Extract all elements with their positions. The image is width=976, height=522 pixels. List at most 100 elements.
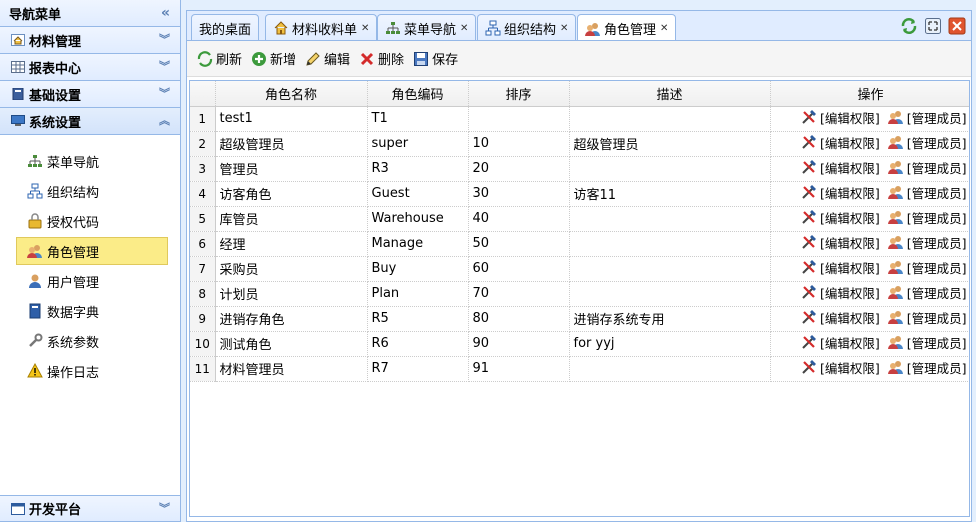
manage-members-link[interactable]: [管理成员] — [887, 308, 967, 327]
table-row[interactable]: 7 采购员 Buy 60 [编辑权限] [管理成员] — [190, 256, 969, 282]
manage-members-link[interactable]: [管理成员] — [887, 208, 967, 227]
edit-permissions-link[interactable]: [编辑权限] — [801, 358, 880, 377]
manage-members-link[interactable]: [管理成员] — [887, 333, 967, 352]
tab-my-desktop[interactable]: 我的桌面 — [191, 14, 260, 41]
accordion-header-materials[interactable]: 材料管理 ︾ — [0, 27, 180, 54]
cell-role-code[interactable]: Buy — [367, 256, 469, 282]
close-icon[interactable]: ✕ — [660, 23, 668, 34]
cell-description[interactable] — [569, 106, 771, 132]
edit-permissions-link[interactable]: [编辑权限] — [801, 208, 880, 227]
cell-description[interactable] — [569, 231, 771, 257]
accordion-header-basic-settings[interactable]: 基础设置 ︾ — [0, 81, 180, 108]
manage-members-link[interactable]: [管理成员] — [887, 183, 967, 202]
manage-members-link[interactable]: [管理成员] — [887, 283, 967, 302]
table-row[interactable]: 10 测试角色 R6 90 for yyj [编辑权限] [管理成员] — [190, 331, 969, 357]
cell-sort[interactable]: 91 — [468, 356, 570, 382]
manage-members-link[interactable]: [管理成员] — [887, 133, 967, 152]
cell-sort[interactable] — [468, 106, 570, 132]
collapse-left-icon[interactable]: « — [161, 5, 170, 21]
cell-sort[interactable]: 50 — [468, 231, 570, 257]
save-button[interactable]: 保存 — [413, 49, 458, 68]
sidebar-item-role-management[interactable]: 角色管理 — [16, 237, 168, 265]
table-row[interactable]: 2 超级管理员 super 10 超级管理员 [编辑权限] [管理成员] — [190, 131, 969, 157]
table-row[interactable]: 11 材料管理员 R7 91 [编辑权限] [管理成员] — [190, 356, 969, 382]
accordion-header-reports[interactable]: 报表中心 ︾ — [0, 54, 180, 81]
cell-role-name[interactable]: 进销存角色 — [215, 306, 368, 332]
edit-permissions-link[interactable]: [编辑权限] — [801, 108, 880, 127]
cell-role-name[interactable]: 材料管理员 — [215, 356, 368, 382]
sidebar-item-org[interactable]: 组织结构 — [16, 177, 168, 205]
cell-sort[interactable]: 30 — [468, 181, 570, 207]
cell-role-name[interactable]: 采购员 — [215, 256, 368, 282]
table-row[interactable]: 8 计划员 Plan 70 [编辑权限] [管理成员] — [190, 281, 969, 307]
cell-role-code[interactable]: R7 — [367, 356, 469, 382]
cell-description[interactable] — [569, 156, 771, 182]
cell-role-code[interactable]: T1 — [367, 106, 469, 132]
cell-role-name[interactable]: 超级管理员 — [215, 131, 368, 157]
edit-permissions-link[interactable]: [编辑权限] — [801, 333, 880, 352]
tab-org-structure[interactable]: 组织结构 ✕ — [477, 14, 577, 41]
cell-description[interactable]: 访客11 — [569, 181, 771, 207]
close-icon[interactable]: ✕ — [460, 23, 468, 34]
cell-role-code[interactable]: super — [367, 131, 469, 157]
cell-role-name[interactable]: 访客角色 — [215, 181, 368, 207]
cell-description[interactable]: 进销存系统专用 — [569, 306, 771, 332]
cell-description[interactable] — [569, 281, 771, 307]
cell-role-code[interactable]: Guest — [367, 181, 469, 207]
cell-role-name[interactable]: 计划员 — [215, 281, 368, 307]
tab-role-management[interactable]: 角色管理 ✕ — [577, 14, 677, 42]
cell-description[interactable]: 超级管理员 — [569, 131, 771, 157]
close-icon[interactable]: ✕ — [560, 23, 568, 34]
cell-role-code[interactable]: R6 — [367, 331, 469, 357]
tab-material-receipt[interactable]: 材料收料单 ✕ — [265, 14, 378, 41]
cell-role-name[interactable]: 测试角色 — [215, 331, 368, 357]
table-row[interactable]: 4 访客角色 Guest 30 访客11 [编辑权限] [管理成员] — [190, 181, 969, 207]
table-row[interactable]: 6 经理 Manage 50 [编辑权限] [管理成员] — [190, 231, 969, 257]
edit-permissions-link[interactable]: [编辑权限] — [801, 133, 880, 152]
tab-menu-nav[interactable]: 菜单导航 ✕ — [377, 14, 477, 41]
refresh-icon[interactable] — [899, 16, 919, 36]
manage-members-link[interactable]: [管理成员] — [887, 358, 967, 377]
cell-sort[interactable]: 60 — [468, 256, 570, 282]
cell-description[interactable] — [569, 206, 771, 232]
column-header-sort[interactable]: 排序 — [468, 81, 570, 107]
edit-permissions-link[interactable]: [编辑权限] — [801, 158, 880, 177]
cell-description[interactable]: for yyj — [569, 331, 771, 357]
cell-sort[interactable]: 80 — [468, 306, 570, 332]
cell-description[interactable] — [569, 356, 771, 382]
edit-button[interactable]: 编辑 — [305, 49, 350, 68]
edit-permissions-link[interactable]: [编辑权限] — [801, 233, 880, 252]
cell-role-name[interactable]: test1 — [215, 106, 368, 132]
column-header-description[interactable]: 描述 — [569, 81, 771, 107]
sidebar-item-menu-nav[interactable]: 菜单导航 — [16, 147, 168, 175]
cell-sort[interactable]: 40 — [468, 206, 570, 232]
manage-members-link[interactable]: [管理成员] — [887, 158, 967, 177]
sidebar-item-auth-code[interactable]: 授权代码 — [16, 207, 168, 235]
cell-role-code[interactable]: R3 — [367, 156, 469, 182]
cell-sort[interactable]: 70 — [468, 281, 570, 307]
cell-role-code[interactable]: Warehouse — [367, 206, 469, 232]
table-row[interactable]: 3 管理员 R3 20 [编辑权限] [管理成员] — [190, 156, 969, 182]
cell-role-code[interactable]: Plan — [367, 281, 469, 307]
manage-members-link[interactable]: [管理成员] — [887, 108, 967, 127]
table-row[interactable]: 9 进销存角色 R5 80 进销存系统专用 [编辑权限] [管理成员] — [190, 306, 969, 332]
cell-role-name[interactable]: 经理 — [215, 231, 368, 257]
edit-permissions-link[interactable]: [编辑权限] — [801, 308, 880, 327]
accordion-header-dev-platform[interactable]: 开发平台 ︾ — [0, 495, 180, 522]
close-icon[interactable]: ✕ — [361, 23, 369, 34]
add-button[interactable]: 新增 — [251, 49, 296, 68]
sidebar-item-user-management[interactable]: 用户管理 — [16, 267, 168, 295]
manage-members-link[interactable]: [管理成员] — [887, 258, 967, 277]
edit-permissions-link[interactable]: [编辑权限] — [801, 283, 880, 302]
sidebar-item-system-params[interactable]: 系统参数 — [16, 327, 168, 355]
fullscreen-icon[interactable] — [923, 16, 943, 36]
column-header-role-name[interactable]: 角色名称 — [215, 81, 368, 107]
cell-role-code[interactable]: Manage — [367, 231, 469, 257]
table-row[interactable]: 1 test1 T1 [编辑权限] [管理成员] — [190, 106, 969, 132]
manage-members-link[interactable]: [管理成员] — [887, 233, 967, 252]
sidebar-item-operation-log[interactable]: 操作日志 — [16, 357, 168, 385]
refresh-button[interactable]: 刷新 — [197, 49, 242, 68]
cell-sort[interactable]: 20 — [468, 156, 570, 182]
cell-sort[interactable]: 10 — [468, 131, 570, 157]
cell-role-name[interactable]: 管理员 — [215, 156, 368, 182]
